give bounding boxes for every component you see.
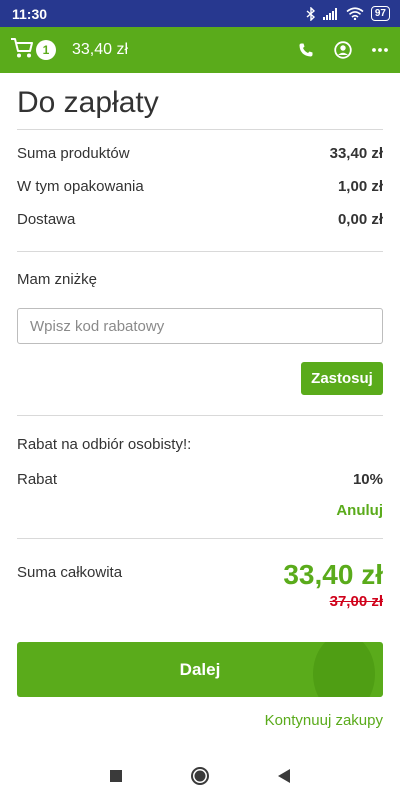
status-bar: 11:30 97 bbox=[0, 0, 400, 27]
more-icon[interactable] bbox=[372, 48, 388, 52]
summary-row-delivery: Dostawa 0,00 zł bbox=[17, 203, 383, 236]
page-title: Do zapłaty bbox=[17, 86, 159, 119]
total-label: Suma całkowita bbox=[17, 564, 123, 581]
summary-row-packaging: W tym opakowania 1,00 zł bbox=[17, 170, 383, 203]
app-bar: 1 33,40 zł bbox=[0, 27, 400, 73]
continue-shopping-link[interactable]: Kontynuuj zakupy bbox=[265, 712, 383, 729]
cart-count-badge: 1 bbox=[36, 40, 56, 60]
cart-icon bbox=[10, 37, 34, 64]
app-actions bbox=[298, 41, 388, 59]
cancel-discount-link[interactable]: Anuluj bbox=[336, 502, 383, 522]
total-section: Suma całkowita 33,40 zł 37,00 zł bbox=[17, 546, 383, 610]
summary-row-products: Suma produktów 33,40 zł bbox=[17, 137, 383, 170]
total-amounts: 33,40 zł 37,00 zł bbox=[283, 546, 383, 610]
checkout-content: Do zapłaty Suma produktów 33,40 zł W tym… bbox=[17, 73, 383, 729]
home-icon[interactable] bbox=[188, 764, 212, 788]
summary-label: Suma produktów bbox=[17, 145, 130, 162]
cart-amount: 33,40 zł bbox=[72, 41, 129, 58]
old-total-value: 37,00 zł bbox=[329, 593, 383, 610]
wifi-icon bbox=[346, 7, 364, 20]
summary-value: 0,00 zł bbox=[337, 211, 383, 228]
total-value: 33,40 zł bbox=[283, 559, 383, 590]
signal-icon bbox=[322, 7, 339, 20]
touch-ripple bbox=[313, 642, 375, 697]
summary-label: Dostawa bbox=[17, 211, 76, 228]
divider bbox=[17, 538, 383, 539]
cart-button[interactable]: 1 bbox=[10, 37, 56, 64]
rabat-value: 10% bbox=[352, 470, 383, 488]
back-icon[interactable] bbox=[272, 764, 296, 788]
summary-list: Suma produktów 33,40 zł W tym opakowania… bbox=[17, 130, 383, 236]
summary-value: 1,00 zł bbox=[337, 178, 383, 195]
promo-title: Rabat na odbiór osobisty!: bbox=[17, 436, 192, 453]
discount-label: Mam zniżkę bbox=[17, 271, 98, 288]
apply-coupon-button[interactable]: Zastosuj bbox=[301, 362, 383, 395]
battery-icon: 97 bbox=[370, 6, 390, 21]
bluetooth-icon bbox=[306, 6, 316, 21]
next-button[interactable]: Dalej bbox=[17, 642, 383, 697]
status-icons: 97 bbox=[306, 6, 390, 21]
system-nav-bar bbox=[0, 752, 400, 800]
divider bbox=[17, 251, 383, 252]
recents-icon[interactable] bbox=[104, 764, 128, 788]
next-button-label: Dalej bbox=[179, 659, 221, 679]
rabat-label: Rabat bbox=[17, 470, 58, 488]
summary-label: W tym opakowania bbox=[17, 178, 144, 195]
account-icon[interactable] bbox=[334, 41, 352, 59]
status-time: 11:30 bbox=[12, 5, 48, 22]
rabat-row: Rabat 10% bbox=[17, 469, 383, 489]
divider bbox=[17, 415, 383, 416]
apply-row: Zastosuj bbox=[17, 362, 383, 395]
coupon-code-input[interactable] bbox=[17, 308, 383, 344]
phone-icon[interactable] bbox=[298, 42, 314, 58]
cancel-row: Anuluj bbox=[17, 502, 383, 522]
continue-row: Kontynuuj zakupy bbox=[17, 712, 383, 729]
summary-value: 33,40 zł bbox=[329, 145, 383, 162]
